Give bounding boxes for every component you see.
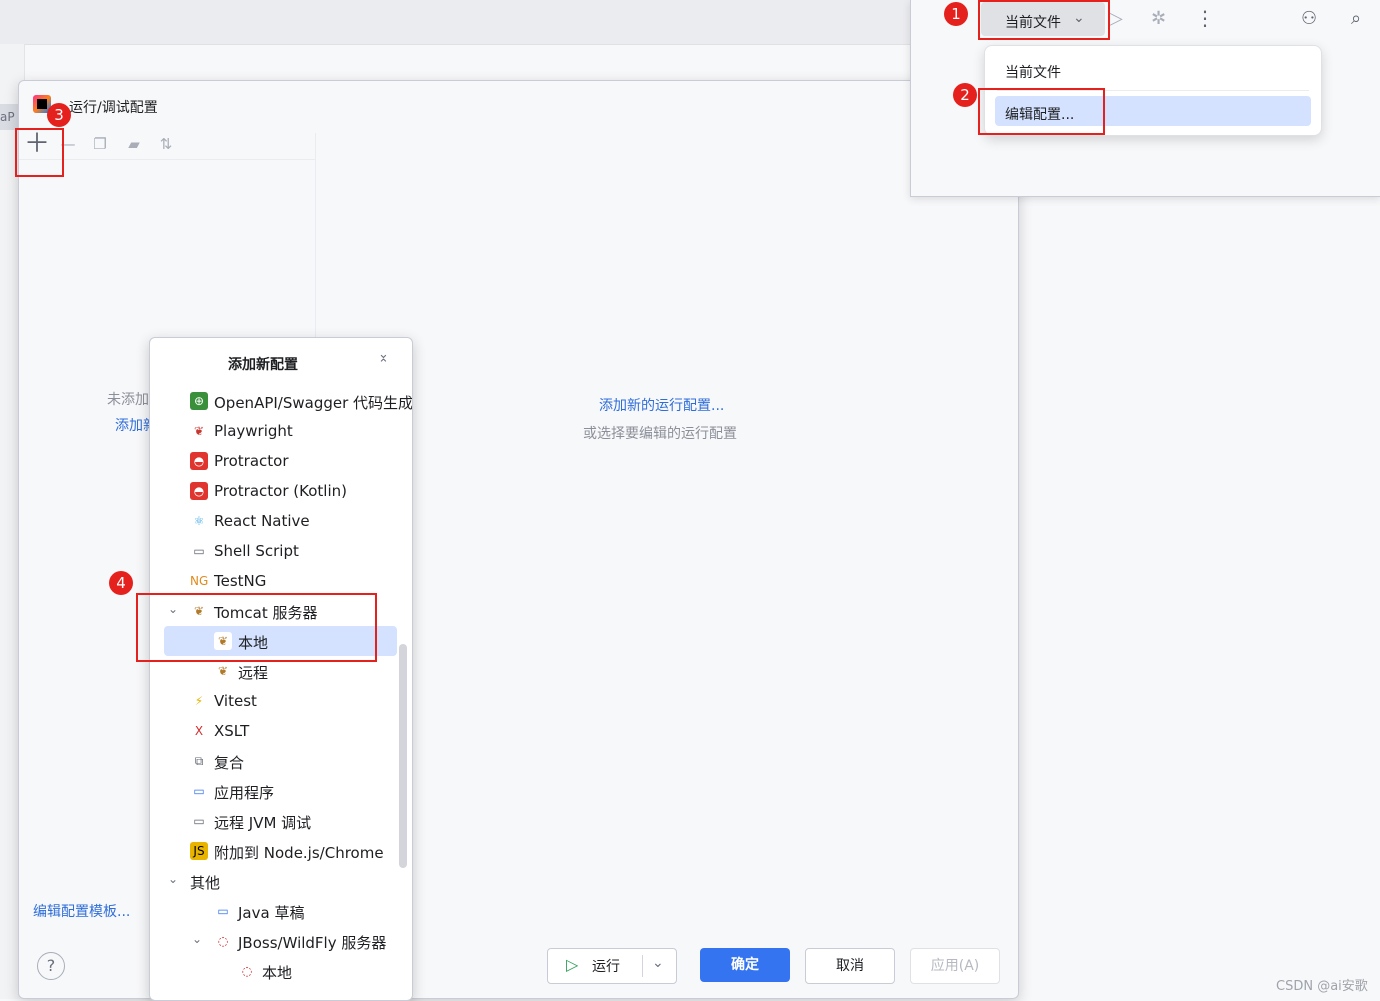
split-divider <box>642 955 643 977</box>
compound-icon: ⧉ <box>190 752 208 770</box>
empty-tree-text: 未添加 <box>107 392 149 408</box>
config-type-label: 远程 JVM 调试 <box>214 814 312 832</box>
config-type-label: JBoss/WildFly 服务器 <box>238 934 387 952</box>
run-icon[interactable]: ▷ <box>1109 8 1123 29</box>
config-type-item[interactable]: ◌ 本地 <box>150 956 412 986</box>
sort-icon[interactable]: ⇅ <box>155 133 177 155</box>
config-type-item[interactable]: ⚛ React Native <box>150 506 412 536</box>
config-type-label: 复合 <box>214 754 245 772</box>
config-type-label: 其他 <box>190 874 221 892</box>
jboss-icon: ◌ <box>214 932 232 950</box>
openapi-icon: ⊕ <box>190 392 208 410</box>
ide-background-toolbar <box>0 0 910 45</box>
dialog-title: 运行/调试配置 <box>69 100 158 116</box>
vitest-icon: ⚡ <box>190 692 208 710</box>
config-type-item[interactable]: ⌄ 其他 <box>150 866 412 896</box>
react-icon: ⚛ <box>190 512 208 530</box>
debug-icon[interactable]: ✲ <box>1151 8 1166 29</box>
application-icon: ▭ <box>190 782 208 800</box>
java-scratch-icon: ▭ <box>214 902 232 920</box>
more-icon[interactable]: ⋮ <box>1195 6 1215 30</box>
run-button[interactable]: ▷ 运行 ⌄ <box>547 948 677 984</box>
popup-title: 添加新配置 <box>228 357 298 373</box>
shell-icon: ▭ <box>190 542 208 560</box>
search-icon[interactable]: ⌕ <box>1351 8 1361 29</box>
add-new-config-popup: 添加新配置 ⌄ ⌃ ⊕ OpenAPI/Swagger 代码生成 ❦ Playwrigh… <box>149 337 413 1001</box>
edit-templates-link[interactable]: 编辑配置模板... <box>33 901 130 921</box>
config-type-item[interactable]: ⚡ Vitest <box>150 686 412 716</box>
testng-icon: NG <box>190 572 209 590</box>
config-type-item[interactable]: ⊕ OpenAPI/Swagger 代码生成 <box>150 386 412 416</box>
copy-config-icon[interactable]: ❐ <box>89 133 111 155</box>
nodejs-icon: JS <box>190 842 208 860</box>
config-type-label: Playwright <box>214 422 293 440</box>
add-user-icon[interactable]: ⚇ <box>1301 8 1317 29</box>
config-type-item[interactable]: X XSLT <box>150 716 412 746</box>
annotation-box-2 <box>978 88 1105 135</box>
apply-button[interactable]: 应用(A) <box>910 948 1000 984</box>
jboss-icon: ◌ <box>238 962 256 980</box>
add-new-run-config-link[interactable]: 添加新的运行配置... <box>599 395 724 415</box>
config-type-label: Protractor <box>214 452 289 470</box>
config-type-item[interactable]: ⌄ ◌ JBoss/WildFly 服务器 <box>150 926 412 956</box>
run-label: 运行 <box>592 959 620 975</box>
background-tab[interactable]: aP <box>0 104 18 130</box>
config-type-item[interactable]: JS 附加到 Node.js/Chrome <box>150 836 412 866</box>
config-type-label: Shell Script <box>214 542 299 560</box>
config-type-label: 本地 <box>262 964 293 982</box>
protractor-icon: ◓ <box>190 452 208 470</box>
playwright-icon: ❦ <box>190 422 208 440</box>
config-type-label: OpenAPI/Swagger 代码生成 <box>214 394 413 412</box>
annotation-marker-4: 4 <box>109 571 133 595</box>
tomcat-icon: ❦ <box>214 662 232 680</box>
config-type-item[interactable]: ❦ Playwright <box>150 416 412 446</box>
config-type-item[interactable]: ▭ 远程 JVM 调试 <box>150 806 412 836</box>
new-folder-icon[interactable]: ▰ <box>123 133 145 155</box>
config-type-label: TestNG <box>214 572 267 590</box>
config-type-item[interactable]: ⧉ 复合 <box>150 746 412 776</box>
help-button[interactable]: ? <box>37 952 65 980</box>
annotation-marker-1: 1 <box>944 2 968 26</box>
config-type-item[interactable]: ▭ 应用程序 <box>150 776 412 806</box>
annotation-box-3 <box>15 128 64 177</box>
chevron-down-icon[interactable]: ⌄ <box>652 955 664 971</box>
config-type-item[interactable]: ▭ Java 草稿 <box>150 896 412 926</box>
annotation-marker-2: 2 <box>953 83 977 107</box>
config-type-item[interactable]: ▭ Shell Script <box>150 536 412 566</box>
config-type-label: Java 草稿 <box>238 904 305 922</box>
watermark: CSDN @ai安歌 <box>1276 979 1368 994</box>
dropdown-item-current-file[interactable]: 当前文件 <box>1005 62 1061 82</box>
config-type-label: 远程 <box>238 664 269 682</box>
chevron-down-icon[interactable]: ⌄ <box>168 872 178 886</box>
annotation-marker-3: 3 <box>47 103 71 127</box>
cancel-button[interactable]: 取消 <box>805 948 895 984</box>
collapse-icon[interactable]: ⌄ ⌃ <box>378 348 389 371</box>
config-type-label: Vitest <box>214 692 257 710</box>
config-type-item[interactable]: NG TestNG <box>150 566 412 596</box>
remote-jvm-icon: ▭ <box>190 812 208 830</box>
config-type-label: Protractor (Kotlin) <box>214 482 347 500</box>
run-triangle-icon: ▷ <box>566 955 579 974</box>
config-type-label: XSLT <box>214 722 250 740</box>
config-type-item[interactable]: ◓ Protractor <box>150 446 412 476</box>
config-type-label: 应用程序 <box>214 784 275 802</box>
ok-button[interactable]: 确定 <box>700 948 790 982</box>
xslt-icon: X <box>190 722 208 740</box>
chevron-down-icon[interactable]: ⌄ <box>192 932 202 946</box>
config-type-label: 附加到 Node.js/Chrome <box>214 844 384 862</box>
protractor-icon: ◓ <box>190 482 208 500</box>
annotation-box-4 <box>136 593 377 662</box>
annotation-box-1 <box>978 0 1110 40</box>
config-type-label: React Native <box>214 512 310 530</box>
or-select-hint: 或选择要编辑的运行配置 <box>583 426 737 442</box>
config-type-item[interactable]: ◓ Protractor (Kotlin) <box>150 476 412 506</box>
